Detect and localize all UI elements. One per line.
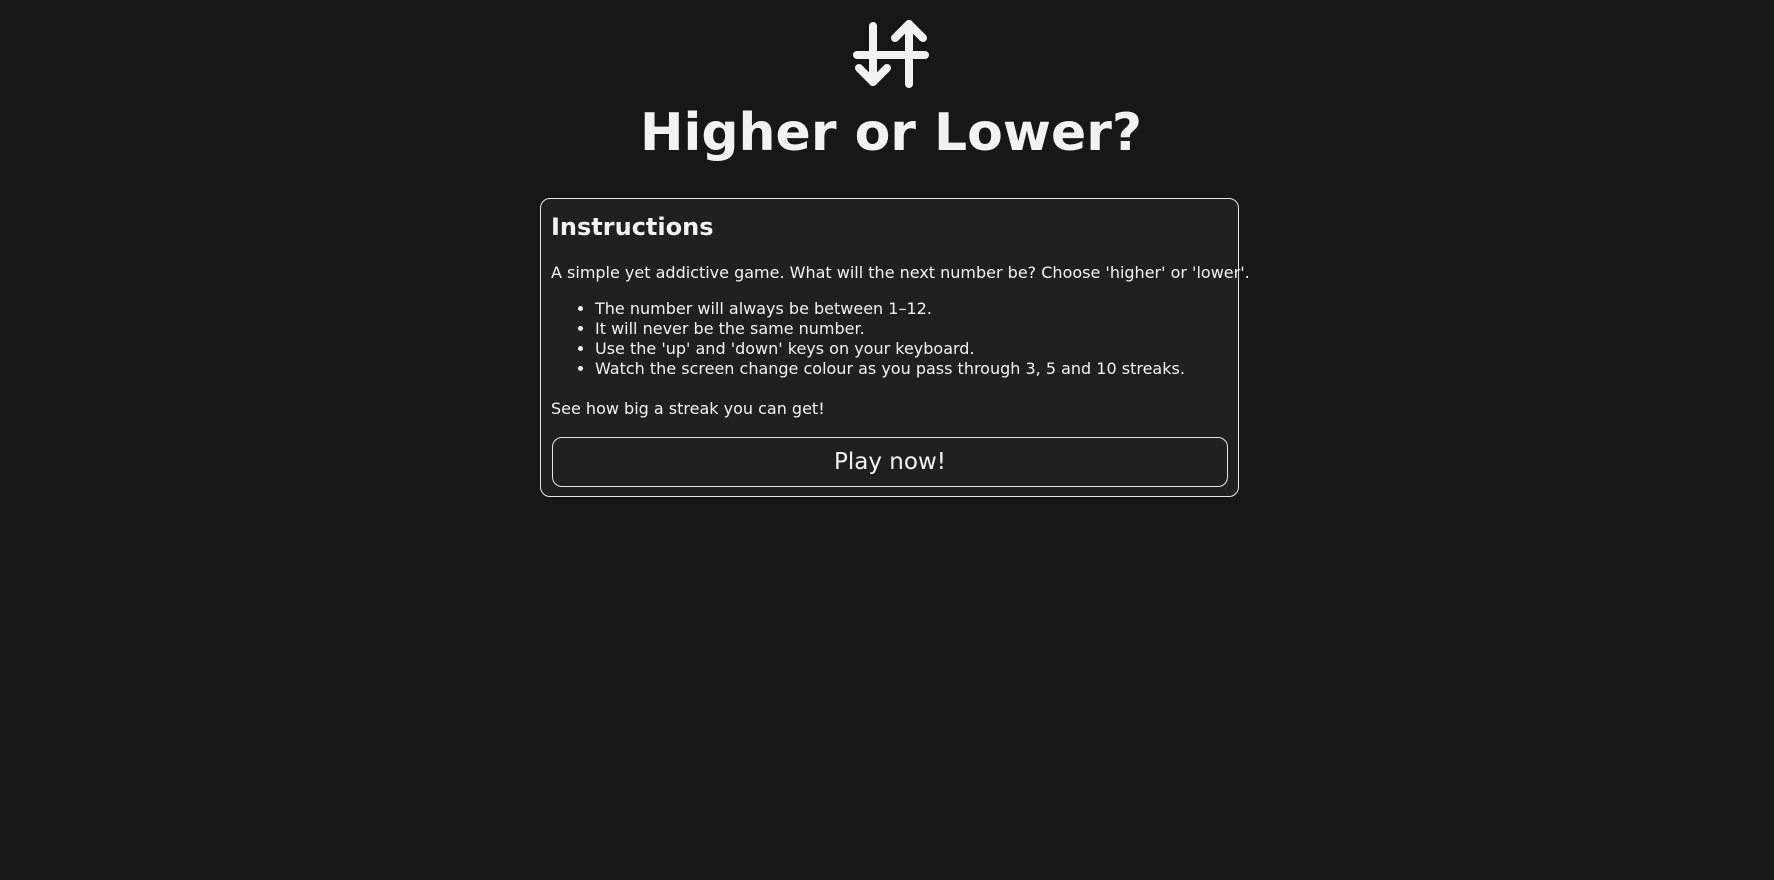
rule-item: It will never be the same number. bbox=[595, 319, 1185, 339]
rules-list: The number will always be between 1–12. … bbox=[551, 299, 1185, 379]
instructions-outro: See how big a streak you can get! bbox=[551, 399, 825, 418]
rule-item: Use the 'up' and 'down' keys on your key… bbox=[595, 339, 1185, 359]
rule-item: Watch the screen change colour as you pa… bbox=[595, 359, 1185, 379]
up-down-arrows-icon bbox=[853, 20, 929, 88]
instructions-heading: Instructions bbox=[551, 213, 714, 241]
instructions-intro: A simple yet addictive game. What will t… bbox=[551, 263, 1250, 282]
play-now-button[interactable]: Play now! bbox=[552, 437, 1228, 487]
page-title: Higher or Lower? bbox=[639, 103, 1143, 163]
rule-item: The number will always be between 1–12. bbox=[595, 299, 1185, 319]
game-start-screen: Higher or Lower? Instructions A simple y… bbox=[0, 0, 1774, 880]
